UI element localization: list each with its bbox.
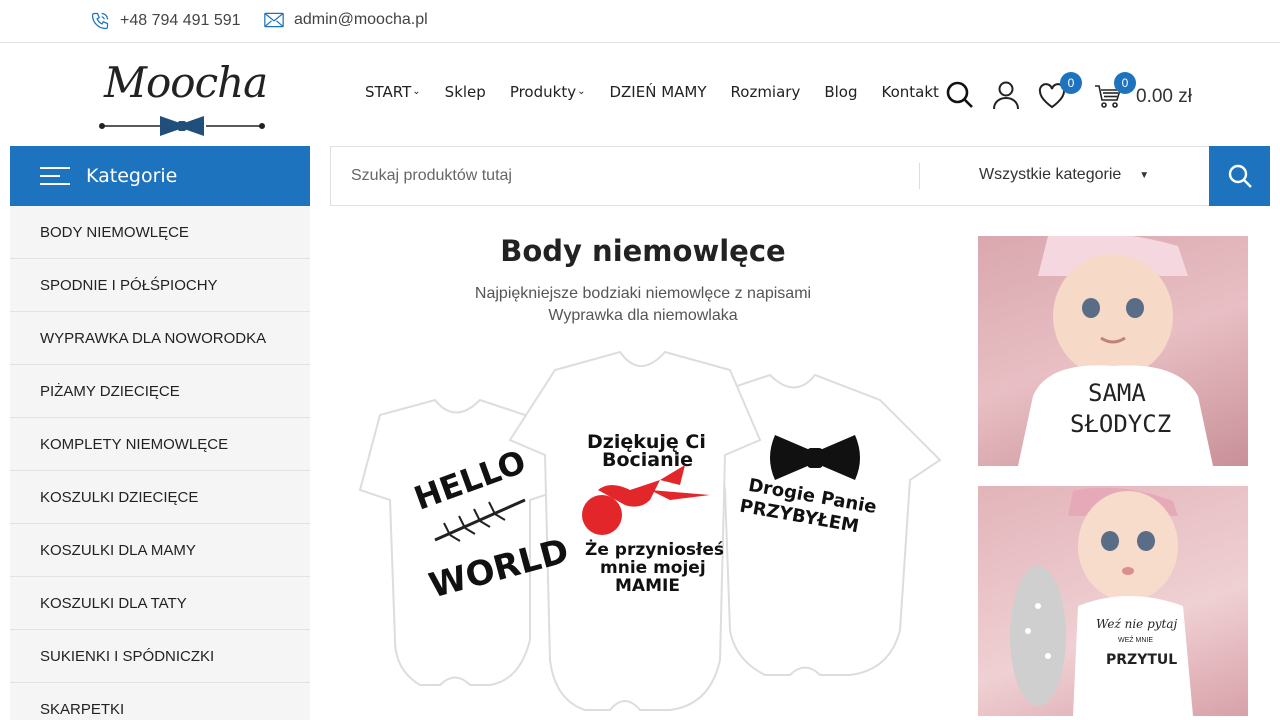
category-item[interactable]: KOSZULKI DLA TATY [10, 577, 310, 630]
email-contact[interactable]: admin@moocha.pl [264, 11, 428, 29]
search-toggle-button[interactable] [945, 80, 975, 115]
cart-total[interactable]: 0.00 zł [1136, 86, 1192, 108]
user-icon [993, 81, 1019, 110]
nav-item-rozmiary[interactable]: Rozmiary [731, 83, 801, 101]
photo-text: WEŹ MNIE [1118, 635, 1153, 644]
hero-bodysuits-image[interactable]: HELLO WORLD Dziękuję Ci Bocianie Że przy… [340, 340, 950, 720]
category-item[interactable]: SUKIENKI I SPÓDNICZKI [10, 630, 310, 683]
photo-text: PRZYTUL [1106, 652, 1177, 668]
nav-label: Kontakt [881, 83, 939, 101]
category-item[interactable]: KOMPLETY NIEMOWLĘCE [10, 418, 310, 471]
category-item[interactable]: KOSZULKI DZIECIĘCE [10, 471, 310, 524]
search-icon [1228, 164, 1252, 188]
phone-number: +48 794 491 591 [120, 12, 241, 29]
category-select-value: Wszystkie kategorie [979, 166, 1122, 183]
nav-label: Blog [824, 83, 858, 101]
baby-photo-image: SAMA SŁODYCZ [1018, 236, 1213, 466]
nav-item-dzien-mamy[interactable]: DZIEŃ MAMY [609, 83, 706, 101]
hero-title: Body niemowlęce [500, 234, 786, 268]
cart-count-badge: 0 [1114, 72, 1136, 94]
nav-label: Rozmiary [730, 83, 801, 101]
promo-photo-sama-slodycz[interactable]: SAMA SŁODYCZ [978, 236, 1248, 466]
bodysuit-text: MAMIE [615, 576, 680, 596]
site-logo[interactable]: Moocha [98, 50, 268, 140]
nav-item-sklep[interactable]: Sklep [445, 83, 486, 101]
phone-contact[interactable]: +48 794 491 591 [90, 11, 241, 31]
logo-text: Moocha [104, 58, 268, 107]
account-button[interactable] [991, 80, 1021, 115]
categories-toggle[interactable]: Kategorie [10, 146, 310, 206]
nav-item-start[interactable]: START ⌄ [365, 83, 421, 101]
chevron-down-icon: ⌄ [412, 85, 421, 97]
category-list: BODY NIEMOWLĘCE SPODNIE I PÓŁŚPIOCHY WYP… [10, 206, 310, 720]
email-address: admin@moocha.pl [294, 11, 428, 28]
hamburger-icon [40, 167, 70, 185]
category-item[interactable]: PIŻAMY DZIECIĘCE [10, 365, 310, 418]
baby-photo-image: Weź nie pytaj WEŹ MNIE PRZYTUL [1010, 487, 1193, 716]
chevron-down-icon: ⌄ [577, 85, 586, 97]
hero-subtitle-secondary: Wyprawka dla niemowlaka [548, 307, 738, 324]
nav-item-produkty[interactable]: Produkty ⌄ [510, 83, 586, 101]
category-item[interactable]: KOSZULKI DLA MAMY [10, 524, 310, 577]
nav-label: Produkty [509, 83, 577, 101]
hero-subtitle: Najpiękniejsze bodziaki niemowlęce z nap… [474, 285, 812, 302]
nav-label: Sklep [444, 83, 486, 101]
phone-icon [91, 12, 109, 30]
caret-down-icon: ▼ [1139, 169, 1150, 181]
bodysuit-text: Bocianie [602, 449, 693, 471]
nav-label: DZIEŃ MAMY [609, 83, 707, 101]
search-divider [919, 163, 920, 189]
bow-tie-icon [99, 116, 265, 136]
category-item[interactable]: SKARPETKI [10, 683, 310, 720]
search-button[interactable] [1209, 146, 1270, 206]
bodysuit-text: Że przyniosłeś [585, 538, 724, 560]
top-bar: +48 794 491 591 admin@moocha.pl [0, 0, 1280, 43]
nav-label: START [365, 83, 412, 101]
main-nav: START ⌄ Sklep Produkty ⌄ DZIEŃ MAMY Rozmia… [365, 83, 963, 101]
bodysuit-text: mnie mojej [600, 558, 706, 578]
photo-text: SAMA [1088, 379, 1146, 407]
bodysuits-illustration: HELLO WORLD Dziękuję Ci Bocianie Że przy… [358, 350, 942, 711]
category-item[interactable]: WYPRAWKA DLA NOWORODKA [10, 312, 310, 365]
category-select[interactable]: Wszystkie kategorie ▼ [979, 166, 1149, 184]
search-bar: Wszystkie kategorie ▼ [330, 146, 1270, 206]
nav-item-blog[interactable]: Blog [824, 83, 857, 101]
nav-item-kontakt[interactable]: Kontakt [882, 83, 939, 101]
wishlist-count-badge: 0 [1060, 72, 1082, 94]
mail-icon [264, 12, 284, 28]
category-item[interactable]: BODY NIEMOWLĘCE [10, 206, 310, 259]
photo-text: SŁODYCZ [1070, 410, 1171, 438]
promo-photo-przytul[interactable]: Weź nie pytaj WEŹ MNIE PRZYTUL [978, 486, 1248, 716]
categories-title: Kategorie [86, 165, 178, 187]
search-input[interactable] [331, 147, 919, 205]
category-item[interactable]: SPODNIE I PÓŁŚPIOCHY [10, 259, 310, 312]
photo-text: Weź nie pytaj [1096, 617, 1178, 631]
search-icon [946, 81, 973, 108]
